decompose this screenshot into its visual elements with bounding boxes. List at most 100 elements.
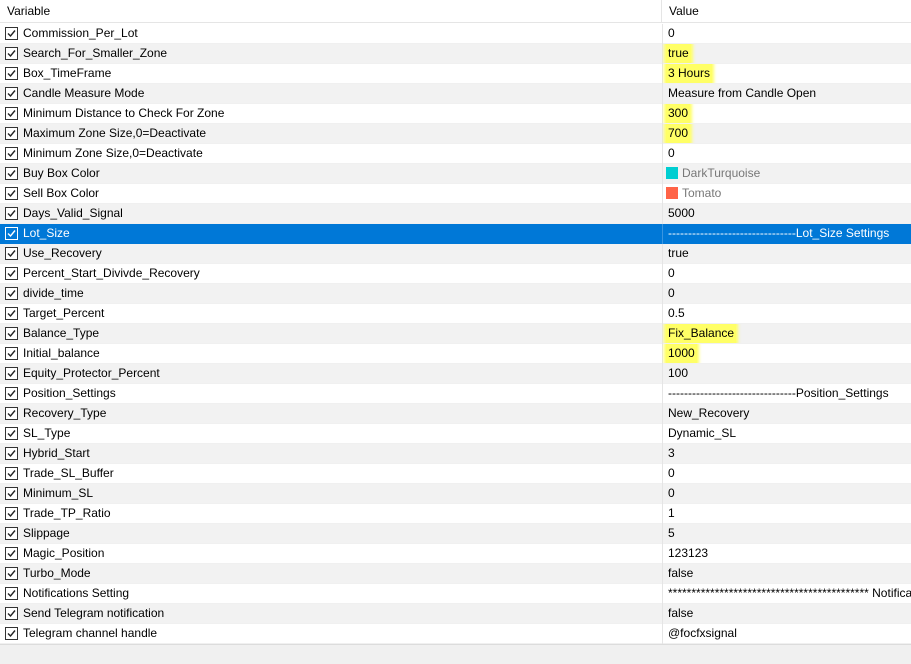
checkbox-checked-icon[interactable] xyxy=(5,627,18,640)
checkbox-checked-icon[interactable] xyxy=(5,167,18,180)
value-cell[interactable]: 0.5 xyxy=(662,304,911,323)
table-row[interactable]: Magic_Position 123123 xyxy=(0,544,911,564)
variable-name: Buy Box Color xyxy=(23,166,100,180)
value-cell[interactable]: 0 xyxy=(662,484,911,503)
value-cell[interactable]: false xyxy=(662,604,911,623)
value-cell[interactable]: 0 xyxy=(662,24,911,43)
table-row[interactable]: Recovery_Type New_Recovery xyxy=(0,404,911,424)
column-header-variable[interactable]: Variable xyxy=(0,0,662,23)
checkbox-checked-icon[interactable] xyxy=(5,27,18,40)
table-row[interactable]: Notifications Setting *******************… xyxy=(0,584,911,604)
checkbox-checked-icon[interactable] xyxy=(5,567,18,580)
value-cell[interactable]: true xyxy=(662,44,911,63)
checkbox-checked-icon[interactable] xyxy=(5,407,18,420)
table-row[interactable]: Position_Settings -----------------------… xyxy=(0,384,911,404)
value-cell[interactable]: 3 Hours xyxy=(662,64,911,83)
checkbox-checked-icon[interactable] xyxy=(5,427,18,440)
table-row[interactable]: Telegram channel handle @focfxsignal xyxy=(0,624,911,644)
table-row[interactable]: Commission_Per_Lot 0 xyxy=(0,24,911,44)
table-row[interactable]: Initial_balance 1000 xyxy=(0,344,911,364)
variable-name: Maximum Zone Size,0=Deactivate xyxy=(23,126,207,140)
table-row[interactable]: Search_For_Smaller_Zone true xyxy=(0,44,911,64)
value-cell[interactable]: Measure from Candle Open xyxy=(662,84,911,103)
table-row[interactable]: Candle Measure Mode Measure from Candle O… xyxy=(0,84,911,104)
value-cell[interactable]: @focfxsignal xyxy=(662,624,911,643)
value-cell[interactable]: DarkTurquoise xyxy=(662,164,911,183)
value-cell[interactable]: true xyxy=(662,244,911,263)
checkbox-checked-icon[interactable] xyxy=(5,387,18,400)
checkbox-checked-icon[interactable] xyxy=(5,267,18,280)
value-cell[interactable]: 1 xyxy=(662,504,911,523)
value-text: true xyxy=(668,246,689,260)
table-row[interactable]: Hybrid_Start 3 xyxy=(0,444,911,464)
checkbox-checked-icon[interactable] xyxy=(5,227,18,240)
table-row[interactable]: Box_TimeFrame 3 Hours xyxy=(0,64,911,84)
value-cell[interactable]: ****************************************… xyxy=(662,584,911,603)
value-cell[interactable]: Dynamic_SL xyxy=(662,424,911,443)
table-row[interactable]: Lot_Size --------------------------------… xyxy=(0,224,911,244)
value-cell[interactable]: 100 xyxy=(662,364,911,383)
checkbox-checked-icon[interactable] xyxy=(5,147,18,160)
table-row[interactable]: Minimum_SL 0 xyxy=(0,484,911,504)
variable-name: Search_For_Smaller_Zone xyxy=(23,46,168,60)
checkbox-checked-icon[interactable] xyxy=(5,327,18,340)
table-row[interactable]: Equity_Protector_Percent 100 xyxy=(0,364,911,384)
table-row[interactable]: Slippage 5 xyxy=(0,524,911,544)
value-cell[interactable]: 5 xyxy=(662,524,911,543)
checkbox-checked-icon[interactable] xyxy=(5,307,18,320)
value-cell[interactable]: --------------------------------Position… xyxy=(662,384,911,403)
checkbox-checked-icon[interactable] xyxy=(5,367,18,380)
checkbox-checked-icon[interactable] xyxy=(5,287,18,300)
checkbox-checked-icon[interactable] xyxy=(5,607,18,620)
table-row[interactable]: Sell Box Color Tomato xyxy=(0,184,911,204)
value-cell[interactable]: 0 xyxy=(662,284,911,303)
table-row[interactable]: Minimum Zone Size,0=Deactivate 0 xyxy=(0,144,911,164)
checkbox-checked-icon[interactable] xyxy=(5,587,18,600)
checkbox-checked-icon[interactable] xyxy=(5,107,18,120)
checkbox-checked-icon[interactable] xyxy=(5,527,18,540)
value-cell[interactable]: 0 xyxy=(662,464,911,483)
value-cell[interactable]: New_Recovery xyxy=(662,404,911,423)
table-row[interactable]: Send Telegram notification false xyxy=(0,604,911,624)
table-row[interactable]: Trade_TP_Ratio 1 xyxy=(0,504,911,524)
checkbox-checked-icon[interactable] xyxy=(5,507,18,520)
value-cell[interactable]: 700 xyxy=(662,124,911,143)
checkbox-checked-icon[interactable] xyxy=(5,467,18,480)
table-row[interactable]: Balance_Type Fix_Balance xyxy=(0,324,911,344)
value-cell[interactable]: --------------------------------Lot_Size… xyxy=(662,224,911,243)
checkbox-checked-icon[interactable] xyxy=(5,87,18,100)
checkbox-checked-icon[interactable] xyxy=(5,547,18,560)
checkbox-checked-icon[interactable] xyxy=(5,127,18,140)
value-cell[interactable]: Tomato xyxy=(662,184,911,203)
table-row[interactable]: Minimum Distance to Check For Zone 300 xyxy=(0,104,911,124)
table-row[interactable]: divide_time 0 xyxy=(0,284,911,304)
table-row[interactable]: Maximum Zone Size,0=Deactivate 700 xyxy=(0,124,911,144)
checkbox-checked-icon[interactable] xyxy=(5,47,18,60)
table-row[interactable]: Target_Percent 0.5 xyxy=(0,304,911,324)
value-cell[interactable]: 0 xyxy=(662,144,911,163)
table-row[interactable]: Percent_Start_Divivde_Recovery 0 xyxy=(0,264,911,284)
checkbox-checked-icon[interactable] xyxy=(5,347,18,360)
value-cell[interactable]: Fix_Balance xyxy=(662,324,911,343)
value-cell[interactable]: 0 xyxy=(662,264,911,283)
checkbox-checked-icon[interactable] xyxy=(5,67,18,80)
table-row[interactable]: Turbo_Mode false xyxy=(0,564,911,584)
value-cell[interactable]: 3 xyxy=(662,444,911,463)
table-row[interactable]: Trade_SL_Buffer 0 xyxy=(0,464,911,484)
value-cell[interactable]: 5000 xyxy=(662,204,911,223)
value-cell[interactable]: 123123 xyxy=(662,544,911,563)
table-row[interactable]: SL_Type Dynamic_SL xyxy=(0,424,911,444)
column-header-value[interactable]: Value xyxy=(662,0,911,23)
value-cell[interactable]: 1000 xyxy=(662,344,911,363)
table-row[interactable]: Buy Box Color DarkTurquoise xyxy=(0,164,911,184)
checkbox-checked-icon[interactable] xyxy=(5,247,18,260)
value-cell[interactable]: false xyxy=(662,564,911,583)
checkbox-checked-icon[interactable] xyxy=(5,207,18,220)
checkbox-checked-icon[interactable] xyxy=(5,187,18,200)
checkbox-checked-icon[interactable] xyxy=(5,487,18,500)
value-text: @focfxsignal xyxy=(668,626,737,640)
table-row[interactable]: Use_Recovery true xyxy=(0,244,911,264)
value-cell[interactable]: 300 xyxy=(662,104,911,123)
table-row[interactable]: Days_Valid_Signal 5000 xyxy=(0,204,911,224)
checkbox-checked-icon[interactable] xyxy=(5,447,18,460)
